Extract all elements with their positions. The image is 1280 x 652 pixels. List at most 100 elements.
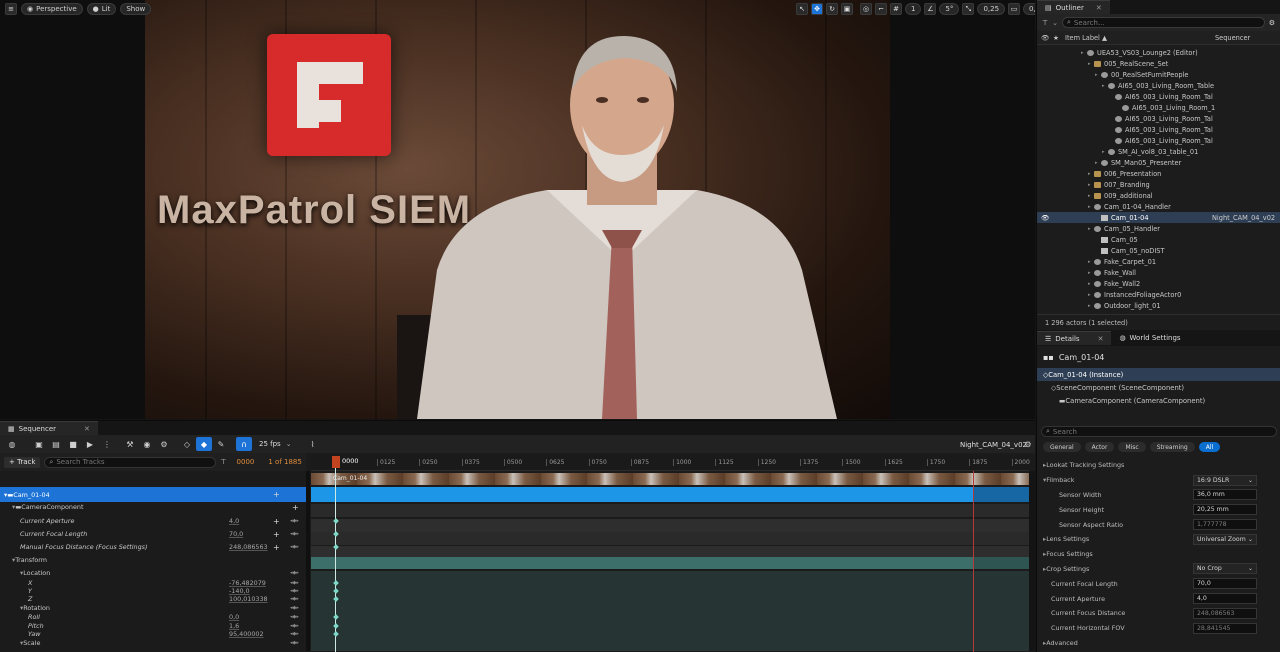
scale-mode-icon[interactable]: ▣ — [841, 3, 853, 15]
filter-actor[interactable]: Actor — [1084, 442, 1115, 452]
camera-speed-value[interactable]: 0,33 — [1023, 3, 1035, 15]
close-tab-icon[interactable]: ✕ — [1096, 4, 1102, 12]
outliner-icon: ▤ — [1045, 3, 1052, 12]
outliner-row[interactable]: ▸ SM_Man05_Presenter — [1037, 157, 1280, 168]
translate-mode-icon[interactable]: ✥ — [811, 3, 823, 15]
select-mode-icon[interactable]: ↖ — [796, 3, 808, 15]
camera-speed-icon[interactable]: ▭ — [1008, 3, 1021, 15]
outliner-row[interactable]: ▸ 009_additional — [1037, 190, 1280, 201]
outliner-search-input[interactable]: ⌕ Search... — [1061, 17, 1265, 28]
outliner-row-label: AI65_003_Living_Room_Table — [1118, 81, 1215, 90]
property-value-field[interactable]: 36,0 mm — [1193, 489, 1257, 501]
viewport-options-menu[interactable]: ≡ — [5, 3, 17, 15]
outliner-row[interactable]: ▸ Fake_Carpet_01 — [1037, 256, 1280, 267]
component-row[interactable]: ◇ SceneComponent (SceneComponent) — [1037, 381, 1280, 394]
camera-actor-section[interactable] — [311, 487, 973, 502]
level-viewport[interactable]: MaxPatrol SIEM ≡ ◉ Perspective ● Lit Show … — [0, 0, 1035, 419]
perspective-button[interactable]: ◉ Perspective — [21, 3, 83, 15]
surface-snap-icon[interactable]: ⌐ — [875, 3, 887, 15]
property-value-field: 1,777778 — [1193, 519, 1257, 531]
visibility-toggle-icon[interactable]: 👁 — [1041, 214, 1049, 222]
outliner-row[interactable]: AI65_003_Living_Room_Tal — [1037, 91, 1280, 102]
scale-snap-value[interactable]: 0,25 — [977, 3, 1006, 15]
show-button[interactable]: Show — [120, 3, 152, 15]
outliner-row[interactable]: ▸ 007_Branding — [1037, 179, 1280, 190]
outliner-row[interactable]: ▸ Cam_01-04_Handler — [1037, 201, 1280, 212]
outliner-row[interactable]: ▸ AI65_003_Living_Room_Table — [1037, 80, 1280, 91]
outliner-row[interactable]: ▸ Fake_Wall2 — [1037, 278, 1280, 289]
rotation-snap-value[interactable]: 5° — [939, 3, 960, 15]
component-tree: ◇ Cam_01-04 (Instance) ◇ SceneComponent (… — [1037, 368, 1280, 407]
property-label: Sensor Aspect Ratio — [1059, 520, 1124, 529]
outliner-row[interactable]: ▸ InstancedFoliageActor0 — [1037, 289, 1280, 300]
actor-icon — [1115, 93, 1122, 100]
world-local-icon[interactable]: ◎ — [860, 3, 872, 15]
filter-all[interactable]: All — [1198, 442, 1221, 452]
transform-section[interactable] — [311, 557, 973, 569]
tab-details[interactable]: ☰ Details ✕ — [1037, 331, 1112, 345]
outliner-row-label: Cam_05_Handler — [1104, 224, 1161, 233]
filter-icon[interactable]: ⊤ — [1042, 19, 1048, 27]
outliner-row[interactable]: ▸ UEA53_VS03_Lounge2 (Editor) — [1037, 47, 1280, 58]
tab-world-settings[interactable]: ◍ World Settings — [1111, 331, 1188, 345]
actor-icon — [1094, 291, 1101, 298]
outliner-row[interactable]: Cam_05 — [1037, 234, 1280, 245]
property-label: Current Focal Length — [1051, 579, 1118, 588]
lit-button[interactable]: ● Lit — [86, 3, 117, 15]
outliner-row[interactable]: ▸ 006_Presentation — [1037, 168, 1280, 179]
outliner-row[interactable]: 👁 Cam_01-04 Night_CAM_04_v02 — [1037, 212, 1280, 223]
tab-outliner[interactable]: ▤ Outliner ✕ — [1037, 0, 1110, 14]
component-row[interactable]: ▬ CameraComponent (CameraComponent) — [1037, 394, 1280, 407]
item-label-column[interactable]: Item Label ▲ — [1065, 34, 1215, 42]
outliner-row[interactable]: AI65_003_Living_Room_1 — [1037, 102, 1280, 113]
filter-streaming[interactable]: Streaming — [1149, 442, 1195, 452]
sequencer-scrollbar[interactable] — [1029, 471, 1035, 651]
outliner-row[interactable]: ▸ 00_RealSetFurnitPeople — [1037, 69, 1280, 80]
actor-icon — [1122, 104, 1129, 111]
property-label: Current Horizontal FOV — [1051, 624, 1125, 633]
outliner-row[interactable]: ▸ Outdoor_light_01 — [1037, 300, 1280, 311]
component-row[interactable]: ◇ Cam_01-04 (Instance) — [1037, 368, 1280, 381]
sequencer-column[interactable]: Sequencer — [1215, 34, 1250, 42]
outliner-row-label: AI65_003_Living_Room_Tal — [1125, 114, 1213, 123]
playhead-handle[interactable] — [332, 456, 340, 468]
actor-icon — [1094, 203, 1101, 210]
actor-icon — [1115, 126, 1122, 133]
property-value-field[interactable]: 4,0 — [1193, 593, 1257, 605]
property-dropdown[interactable]: Universal Zoom ⌄ — [1193, 533, 1257, 545]
filter-general[interactable]: General — [1043, 442, 1081, 452]
actor-icon — [1094, 258, 1101, 265]
property-dropdown[interactable]: 16:9 DSLR ⌄ — [1193, 474, 1257, 486]
property-value-field[interactable]: 70,0 — [1193, 578, 1257, 590]
grid-snap-icon[interactable]: # — [890, 3, 902, 15]
outliner-row[interactable]: Cam_05_noDIST — [1037, 245, 1280, 256]
outliner-row-label: UEA53_VS03_Lounge2 (Editor) — [1097, 48, 1198, 57]
outliner-row[interactable]: ▸ Cam_05_Handler — [1037, 223, 1280, 234]
outliner-row-label: AI65_003_Living_Room_1 — [1132, 103, 1216, 112]
filter-dropdown-icon[interactable]: ⌄ — [1052, 19, 1058, 27]
pin-column-icon[interactable]: ★ — [1053, 34, 1065, 42]
grid-snap-value[interactable]: 1 — [905, 3, 922, 15]
visibility-column-icon[interactable]: 👁 — [1041, 34, 1053, 42]
outliner-row[interactable]: ▸ Fake_Wall — [1037, 267, 1280, 278]
property-label: Focus Settings — [1046, 550, 1093, 559]
outliner-row[interactable]: ▸ SM_AI_vol8_03_table_01 — [1037, 146, 1280, 157]
camera-icon — [1101, 247, 1108, 254]
component-label: Cam_01-04 (Instance) — [1048, 370, 1124, 379]
outliner-row[interactable]: AI65_003_Living_Room_Tal — [1037, 135, 1280, 146]
actor-icon — [1094, 280, 1101, 287]
property-dropdown[interactable]: No Crop ⌄ — [1193, 563, 1257, 575]
outliner-row[interactable]: AI65_003_Living_Room_Tal — [1037, 124, 1280, 135]
rotate-mode-icon[interactable]: ↻ — [826, 3, 838, 15]
property-row: Current Horizontal FOV 28,841545 — [1037, 621, 1280, 636]
filter-misc[interactable]: Misc — [1118, 442, 1146, 452]
outliner-settings-icon[interactable]: ⚙ — [1269, 19, 1275, 27]
scale-snap-icon[interactable]: ⤡ — [962, 3, 975, 15]
details-search-input[interactable]: ⌕ Search — [1041, 426, 1277, 437]
outliner-row[interactable]: AI65_003_Living_Room_Tal — [1037, 113, 1280, 124]
rotation-snap-icon[interactable]: ∠ — [924, 3, 937, 15]
outliner-row[interactable]: ▸ 005_RealScene_Set — [1037, 58, 1280, 69]
close-tab-icon[interactable]: ✕ — [1098, 335, 1104, 343]
property-value-field[interactable]: 20,25 mm — [1193, 504, 1257, 516]
actor-icon — [1094, 269, 1101, 276]
